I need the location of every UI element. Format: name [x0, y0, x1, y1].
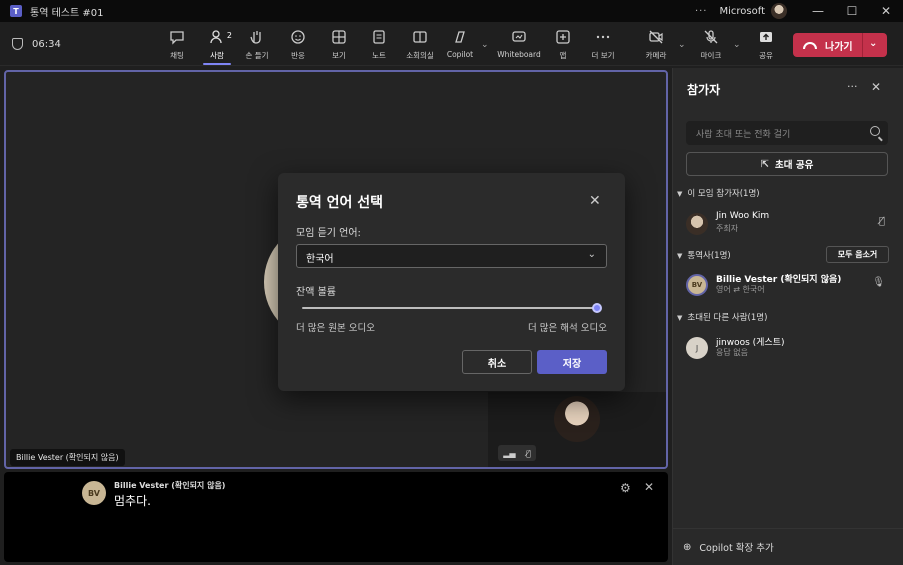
- title-bar: T 통역 테스트 #01 ··· Microsoft — ☐ ✕: [0, 0, 903, 22]
- more-icon: [595, 28, 611, 46]
- camera-button[interactable]: 카메라: [636, 28, 676, 61]
- raise-hand-button[interactable]: 손 들기: [237, 28, 277, 61]
- share-icon: [758, 28, 774, 46]
- volume-balance-label: 잔액 볼륨: [296, 287, 336, 298]
- chat-button[interactable]: 채팅: [157, 28, 197, 61]
- whiteboard-icon: [511, 28, 527, 46]
- meeting-timer: 06:34: [32, 39, 61, 50]
- language-select[interactable]: 한국어 ⌄: [296, 244, 607, 268]
- people-icon: [209, 28, 225, 46]
- maximize-button[interactable]: ☐: [835, 4, 869, 18]
- participant-row[interactable]: J jinwoos (게스트) 응답 없음: [686, 334, 891, 364]
- share-link-icon: ⇱: [760, 158, 770, 170]
- mute-all-button[interactable]: 모두 음소거: [826, 246, 889, 263]
- chat-icon: [169, 28, 185, 46]
- account-avatar[interactable]: [771, 3, 787, 19]
- caption-avatar: BV: [82, 481, 106, 505]
- self-video-avatar: [554, 396, 600, 442]
- participant-row[interactable]: Jin Woo Kim 주최자 🎙̸: [686, 210, 891, 240]
- mic-off-icon: [703, 28, 719, 46]
- reaction-icon: [290, 28, 306, 46]
- close-icon[interactable]: ✕: [589, 193, 601, 209]
- dialog-title: 통역 언어 선택: [296, 195, 384, 211]
- meeting-toolbar: 06:34 채팅 2 사람 손 들기 반응 보기 노트 소회의실 Copilot…: [0, 22, 903, 66]
- share-invite-button[interactable]: ⇱ 초대 공유: [686, 152, 888, 176]
- participant-row[interactable]: BV Billie Vester (확인되지 않음) 영어 ⇄ 한국어 🎙: [686, 271, 891, 301]
- phone-hangup-icon: [803, 41, 817, 49]
- invite-search-input[interactable]: 사람 초대 또는 전화 걸기: [686, 121, 888, 145]
- notes-icon: [371, 28, 387, 46]
- panel-title: 참가자: [687, 83, 721, 97]
- live-caption-bar: BV Billie Vester (확인되지 않음) 멈추다. ⚙ ✕: [4, 472, 668, 562]
- mic-chevron-down-icon[interactable]: ⌄: [733, 40, 741, 50]
- gear-icon[interactable]: ⚙: [620, 481, 631, 495]
- caret-down-icon: ▼: [677, 314, 683, 322]
- chevron-down-icon: ⌄: [587, 249, 596, 260]
- people-button[interactable]: 2 사람: [197, 28, 237, 65]
- more-button[interactable]: 더 보기: [583, 28, 623, 61]
- whiteboard-button[interactable]: Whiteboard: [497, 28, 541, 59]
- copilot-icon: [452, 28, 468, 46]
- breakout-rooms-icon: [412, 28, 428, 46]
- section-interpreters[interactable]: ▼ 통역사(1명): [677, 249, 731, 261]
- apps-button[interactable]: 앱: [543, 28, 583, 61]
- avatar: BV: [686, 274, 708, 296]
- apps-icon: [555, 28, 571, 46]
- mic-off-icon: 🎙̸: [878, 216, 885, 227]
- shield-icon[interactable]: [12, 38, 23, 50]
- close-window-button[interactable]: ✕: [869, 4, 903, 18]
- caption-speaker-name: Billie Vester (확인되지 않음): [114, 481, 226, 490]
- minimize-button[interactable]: —: [801, 4, 835, 18]
- participants-panel: 참가자 ··· ✕ 사람 초대 또는 전화 걸기 ⇱ 초대 공유 ▼ 이 모임 참…: [672, 68, 903, 565]
- language-label: 모임 듣기 언어:: [296, 228, 361, 239]
- add-app-icon: ⊕: [683, 541, 692, 553]
- people-count-badge: 2: [226, 31, 232, 40]
- interpreted-audio-hint: 더 많은 해석 오디오: [528, 323, 607, 334]
- reactions-button[interactable]: 반응: [278, 28, 318, 61]
- camera-off-icon: [648, 28, 664, 46]
- caption-text: 멈추다.: [114, 494, 151, 508]
- panel-more-icon[interactable]: ···: [847, 80, 858, 93]
- interpretation-language-dialog: 통역 언어 선택 ✕ 모임 듣기 언어: 한국어 ⌄ 잔액 볼륨 더 많은 원본…: [278, 173, 625, 391]
- search-icon: [870, 126, 880, 136]
- teams-logo-icon: T: [10, 5, 22, 17]
- volume-balance-slider[interactable]: [302, 307, 597, 309]
- section-in-meeting[interactable]: ▼ 이 모임 참가자(1명): [677, 187, 760, 199]
- speaker-name-chip: Billie Vester (확인되지 않음): [10, 449, 125, 466]
- mic-button[interactable]: 마이크: [691, 28, 731, 61]
- more-options-icon[interactable]: ···: [695, 6, 708, 17]
- copilot-extension-button[interactable]: ⊕ Copilot 확장 추가: [673, 528, 903, 565]
- breakout-rooms-button[interactable]: 소회의실: [400, 28, 440, 61]
- raise-hand-icon: [249, 28, 265, 46]
- avatar: J: [686, 337, 708, 359]
- view-icon: [331, 28, 347, 46]
- mic-off-icon[interactable]: 🎙̸: [526, 449, 531, 458]
- leave-button[interactable]: 나가기 ⌄: [793, 33, 887, 57]
- caret-down-icon: ▼: [677, 252, 683, 260]
- signal-icon: ▂▄: [503, 448, 516, 458]
- camera-chevron-down-icon[interactable]: ⌄: [678, 40, 686, 50]
- account-label[interactable]: Microsoft: [719, 6, 765, 17]
- mic-icon: 🎙: [872, 277, 885, 288]
- copilot-button[interactable]: Copilot: [440, 28, 480, 59]
- notes-button[interactable]: 노트: [359, 28, 399, 61]
- leave-chevron-down-icon[interactable]: ⌄: [869, 38, 877, 49]
- original-audio-hint: 더 많은 원본 오디오: [296, 323, 375, 334]
- view-button[interactable]: 보기: [319, 28, 359, 61]
- self-view-controls: ▂▄ 🎙̸: [498, 445, 536, 461]
- window-title: 통역 테스트 #01: [30, 7, 104, 19]
- copilot-chevron-down-icon[interactable]: ⌄: [481, 40, 489, 50]
- panel-close-icon[interactable]: ✕: [871, 80, 881, 94]
- share-button[interactable]: 공유: [746, 28, 786, 61]
- caret-down-icon: ▼: [677, 190, 683, 198]
- cancel-button[interactable]: 취소: [462, 350, 532, 374]
- save-button[interactable]: 저장: [537, 350, 607, 374]
- slider-thumb[interactable]: [592, 303, 602, 313]
- section-invited[interactable]: ▼ 초대된 다른 사람(1명): [677, 311, 767, 323]
- avatar: [686, 213, 708, 235]
- close-icon[interactable]: ✕: [644, 480, 654, 494]
